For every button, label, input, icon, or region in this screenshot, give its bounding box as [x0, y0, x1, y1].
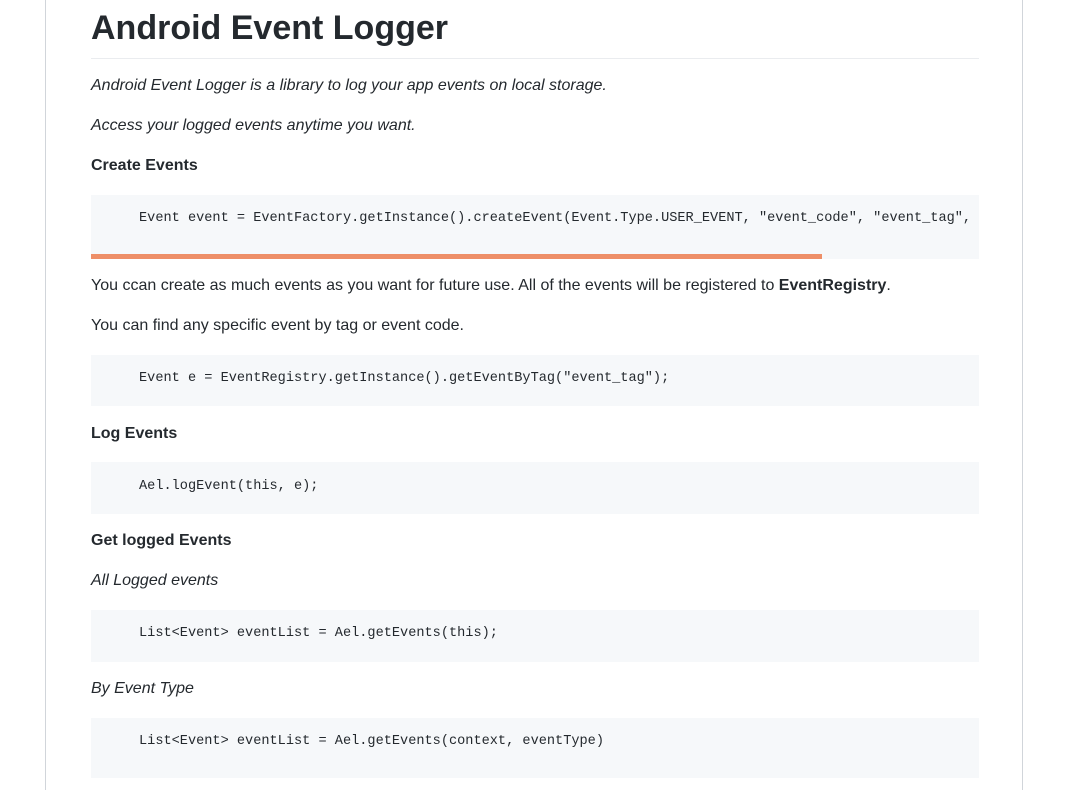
- horizontal-scrollbar[interactable]: [91, 254, 822, 259]
- intro-text: Android Event Logger is a library to log…: [91, 77, 607, 94]
- all-events-code-block[interactable]: List<Event> eventList = Ael.getEvents(th…: [91, 610, 979, 662]
- find-event-code: Event e = EventRegistry.getInstance().ge…: [139, 371, 670, 386]
- create-event-code-block[interactable]: Event event = EventFactory.getInstance()…: [91, 195, 979, 259]
- all-events-code: List<Event> eventList = Ael.getEvents(th…: [139, 626, 498, 641]
- access-text: Access your logged events anytime you wa…: [91, 117, 416, 134]
- registry-text-before: You ccan create as much events as you wa…: [91, 277, 779, 294]
- page-title: Android Event Logger: [91, 9, 448, 47]
- create-events-heading: Create Events: [91, 157, 198, 174]
- get-logged-events-heading: Get logged Events: [91, 532, 232, 549]
- all-logged-events-label: All Logged events: [91, 572, 219, 589]
- log-event-code-block[interactable]: Ael.logEvent(this, e);: [91, 462, 979, 514]
- log-event-code: Ael.logEvent(this, e);: [139, 479, 319, 494]
- title-divider: [91, 58, 979, 59]
- by-event-type-label: By Event Type: [91, 680, 194, 697]
- registry-text-after: .: [886, 277, 891, 294]
- event-registry-bold: EventRegistry: [778, 277, 887, 294]
- event-type-code: List<Event> eventList = Ael.getEvents(co…: [139, 734, 604, 749]
- find-event-text: You can find any specific event by tag o…: [91, 317, 464, 334]
- create-event-code: Event event = EventFactory.getInstance()…: [139, 211, 979, 226]
- event-type-code-block[interactable]: List<Event> eventList = Ael.getEvents(co…: [91, 718, 979, 778]
- registry-text: You ccan create as much events as you wa…: [91, 275, 891, 297]
- log-events-heading: Log Events: [91, 425, 178, 442]
- find-event-code-block[interactable]: Event e = EventRegistry.getInstance().ge…: [91, 355, 979, 406]
